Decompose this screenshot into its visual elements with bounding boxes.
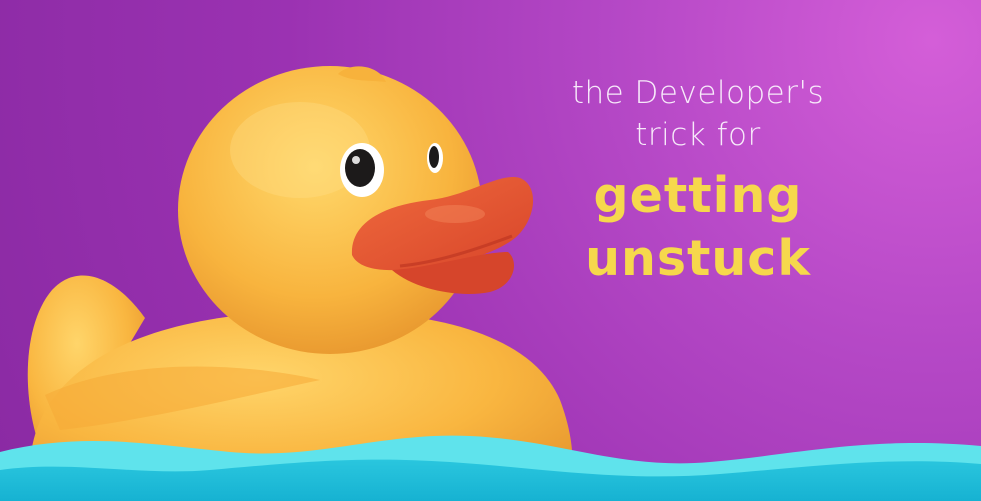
- headline-line-2: trick for: [635, 117, 761, 153]
- headline-line-3: getting: [593, 167, 803, 224]
- duck: [27, 66, 573, 501]
- duck-eye-far: [427, 143, 443, 173]
- headline-line-1: the Developer's: [571, 75, 825, 111]
- water-waves: [0, 435, 981, 501]
- headline-line-4: unstuck: [585, 230, 811, 287]
- hero-banner: the Developer's trick for getting unstuc…: [0, 0, 981, 501]
- duck-eye: [340, 143, 384, 197]
- headline: the Developer's trick for getting unstuc…: [548, 72, 848, 290]
